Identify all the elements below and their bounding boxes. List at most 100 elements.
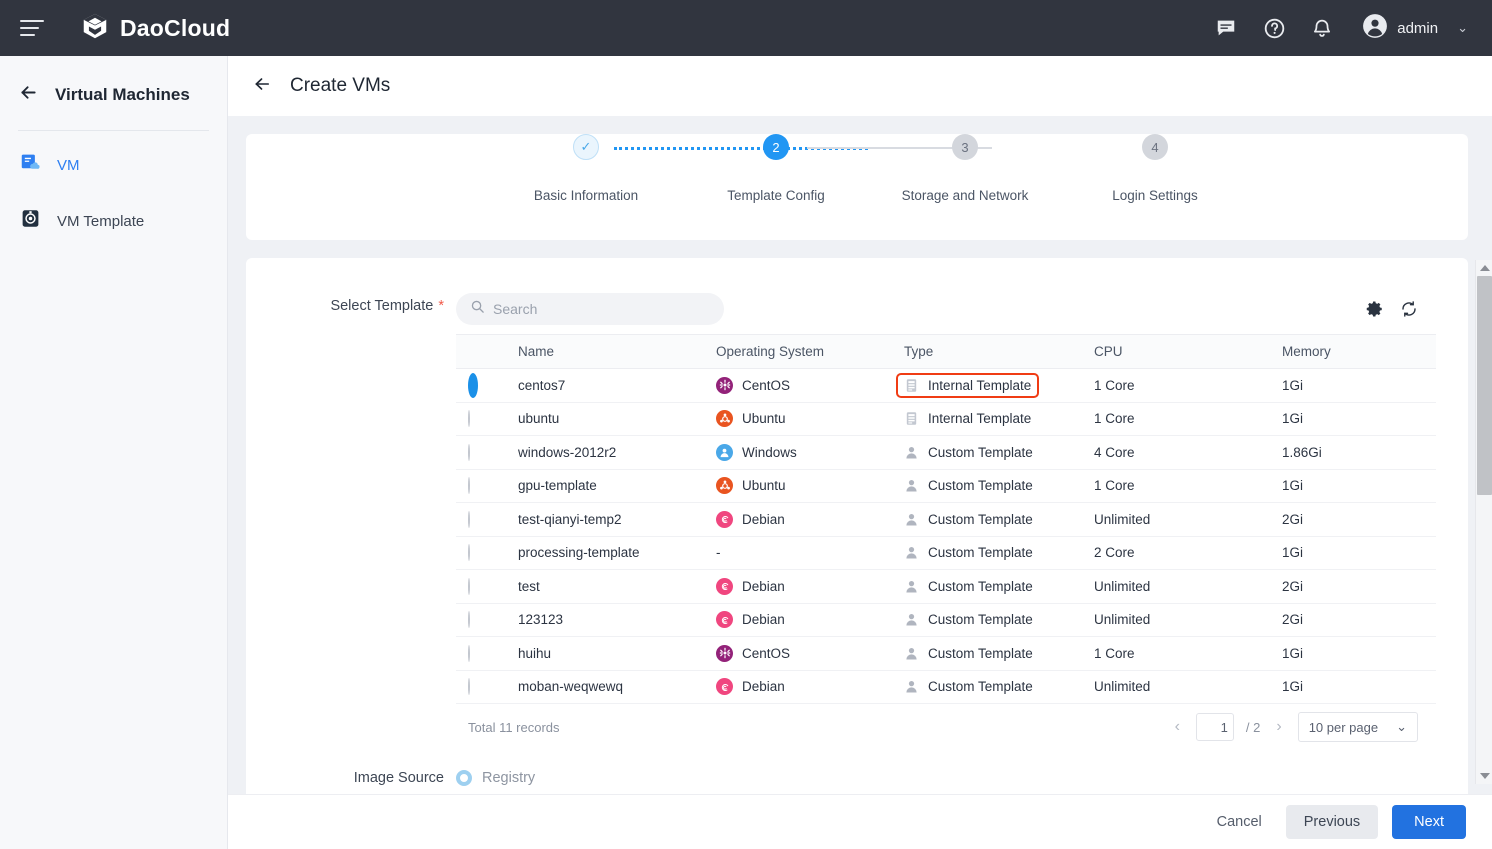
row-select-cell[interactable] bbox=[456, 536, 506, 570]
row-select-cell[interactable] bbox=[456, 637, 506, 671]
template-type-label: Custom Template bbox=[928, 545, 1033, 560]
row-radio[interactable] bbox=[468, 373, 478, 398]
table-row[interactable]: moban-weqwewqDebianCustom TemplateUnlimi… bbox=[456, 670, 1436, 704]
os-label: Ubuntu bbox=[742, 411, 786, 426]
cell-memory: 1Gi bbox=[1270, 402, 1436, 436]
template-type-label: Custom Template bbox=[928, 478, 1033, 493]
help-icon[interactable] bbox=[1262, 16, 1286, 40]
custom-template-icon bbox=[904, 579, 919, 594]
row-radio[interactable] bbox=[468, 444, 470, 461]
wizard-stepper: ✓ Basic Information 2 Template Config 3 … bbox=[246, 134, 1468, 240]
cell-cpu: Unlimited bbox=[1082, 570, 1270, 604]
table-row[interactable]: windows-2012r2WindowsCustom Template4 Co… bbox=[456, 436, 1436, 470]
image-source-option-registry[interactable]: Registry bbox=[456, 768, 535, 786]
per-page-select[interactable]: 10 per page ⌄ bbox=[1298, 712, 1418, 742]
sidebar-back[interactable]: Virtual Machines bbox=[0, 56, 227, 108]
next-button[interactable]: Next bbox=[1392, 805, 1466, 839]
row-radio[interactable] bbox=[468, 678, 470, 695]
back-arrow-icon[interactable] bbox=[252, 74, 272, 99]
row-radio[interactable] bbox=[468, 611, 470, 628]
radio-registry[interactable] bbox=[456, 770, 472, 786]
table-row[interactable]: centos7CentOSInternal Template1 Core1Gi bbox=[456, 369, 1436, 403]
step-3-indicator[interactable]: 3 bbox=[952, 134, 978, 160]
table-row[interactable]: ubuntuUbuntuInternal Template1 Core1Gi bbox=[456, 402, 1436, 436]
row-select-cell[interactable] bbox=[456, 402, 506, 436]
template-type-label: Custom Template bbox=[928, 579, 1033, 594]
chevron-down-icon: ⌄ bbox=[1396, 719, 1407, 735]
bell-icon[interactable] bbox=[1310, 16, 1334, 40]
column-operating-system[interactable]: Operating System bbox=[704, 335, 892, 369]
search-icon bbox=[470, 299, 485, 319]
scroll-down-arrow-icon[interactable] bbox=[1476, 768, 1492, 784]
cell-name: windows-2012r2 bbox=[506, 436, 704, 470]
gear-icon[interactable] bbox=[1366, 300, 1384, 318]
sidebar-divider bbox=[18, 130, 209, 131]
required-asterisk: * bbox=[438, 298, 444, 314]
custom-template-icon bbox=[904, 679, 919, 694]
back-arrow-icon[interactable] bbox=[18, 82, 39, 108]
row-radio[interactable] bbox=[468, 544, 470, 561]
brand-logo[interactable]: DaoCloud bbox=[80, 11, 230, 46]
hamburger-icon[interactable] bbox=[20, 20, 44, 36]
cell-name: processing-template bbox=[506, 536, 704, 570]
row-radio[interactable] bbox=[468, 410, 470, 427]
row-select-cell[interactable] bbox=[456, 469, 506, 503]
chat-icon[interactable] bbox=[1214, 16, 1238, 40]
row-select-cell[interactable] bbox=[456, 570, 506, 604]
step-4-indicator[interactable]: 4 bbox=[1142, 134, 1168, 160]
form-scroll-area[interactable]: ✓ Basic Information 2 Template Config 3 … bbox=[228, 116, 1492, 849]
step-1-indicator[interactable]: ✓ bbox=[573, 134, 599, 160]
custom-template-icon bbox=[904, 445, 919, 460]
row-select-cell[interactable] bbox=[456, 369, 506, 403]
row-select-cell[interactable] bbox=[456, 436, 506, 470]
top-bar: DaoCloud bbox=[0, 0, 1492, 56]
scroll-up-arrow-icon[interactable] bbox=[1476, 260, 1492, 276]
table-body: centos7CentOSInternal Template1 Core1Giu… bbox=[456, 369, 1436, 704]
windows-icon bbox=[716, 444, 733, 461]
row-radio[interactable] bbox=[468, 578, 470, 595]
user-menu[interactable]: admin ⌄ bbox=[1362, 13, 1468, 44]
table-row[interactable]: processing-template-Custom Template2 Cor… bbox=[456, 536, 1436, 570]
search-input[interactable]: Search bbox=[456, 293, 724, 325]
cell-name: gpu-template bbox=[506, 469, 704, 503]
cell-cpu: 1 Core bbox=[1082, 469, 1270, 503]
row-select-cell[interactable] bbox=[456, 603, 506, 637]
cancel-button[interactable]: Cancel bbox=[1207, 805, 1272, 839]
os-label: CentOS bbox=[742, 378, 790, 393]
row-select-cell[interactable] bbox=[456, 670, 506, 704]
cell-memory: 1Gi bbox=[1270, 469, 1436, 503]
cell-memory: 1Gi bbox=[1270, 670, 1436, 704]
sidebar-item-vm[interactable]: VM bbox=[0, 143, 227, 187]
page-number-input[interactable]: 1 bbox=[1196, 713, 1234, 741]
column-type[interactable]: Type bbox=[892, 335, 1082, 369]
sidebar-item-vm-template[interactable]: VM Template bbox=[0, 199, 227, 243]
row-radio[interactable] bbox=[468, 511, 470, 528]
table-row[interactable]: huihuCentOSCustom Template1 Core1Gi bbox=[456, 637, 1436, 671]
chevron-right-icon[interactable]: › bbox=[1272, 718, 1285, 736]
cell-name: test bbox=[506, 570, 704, 604]
cell-memory: 2Gi bbox=[1270, 503, 1436, 537]
cell-operating-system: Debian bbox=[704, 570, 892, 604]
table-row[interactable]: gpu-templateUbuntuCustom Template1 Core1… bbox=[456, 469, 1436, 503]
row-select-cell[interactable] bbox=[456, 503, 506, 537]
scrollbar-thumb[interactable] bbox=[1477, 276, 1492, 495]
template-table: Name Operating System Type CPU Memory ce… bbox=[456, 334, 1436, 704]
cell-type: Internal Template bbox=[892, 402, 1082, 436]
table-row[interactable]: testDebianCustom TemplateUnlimited2Gi bbox=[456, 570, 1436, 604]
vertical-scrollbar[interactable] bbox=[1475, 260, 1492, 784]
table-row[interactable]: 123123DebianCustom TemplateUnlimited2Gi bbox=[456, 603, 1436, 637]
refresh-icon[interactable] bbox=[1400, 300, 1418, 318]
column-cpu[interactable]: CPU bbox=[1082, 335, 1270, 369]
row-radio[interactable] bbox=[468, 645, 470, 662]
previous-button[interactable]: Previous bbox=[1286, 805, 1378, 839]
table-row[interactable]: test-qianyi-temp2DebianCustom TemplateUn… bbox=[456, 503, 1436, 537]
ubuntu-icon bbox=[716, 477, 733, 494]
column-name[interactable]: Name bbox=[506, 335, 704, 369]
row-radio[interactable] bbox=[468, 477, 470, 494]
chevron-left-icon[interactable]: ‹ bbox=[1171, 718, 1184, 736]
sidebar-item-label: VM Template bbox=[57, 213, 144, 230]
column-memory[interactable]: Memory bbox=[1270, 335, 1436, 369]
cell-memory: 1Gi bbox=[1270, 369, 1436, 403]
step-2-indicator[interactable]: 2 bbox=[763, 134, 789, 160]
chevron-down-icon[interactable]: ⌄ bbox=[1457, 20, 1468, 36]
